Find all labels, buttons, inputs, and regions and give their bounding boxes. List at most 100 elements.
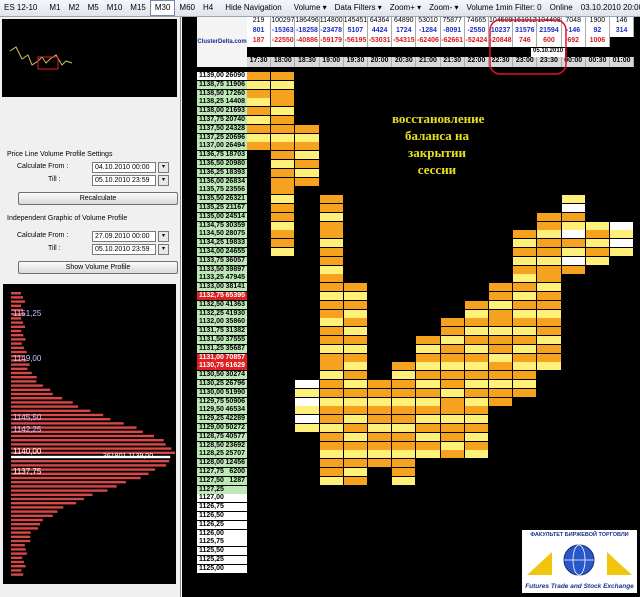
profile-bar <box>11 346 25 349</box>
cluster-cell <box>295 142 319 151</box>
toolbar-item[interactable]: Zoom- ▾ <box>425 1 462 15</box>
toolbar-item[interactable]: M10 <box>103 1 127 15</box>
profile-bar <box>11 367 28 370</box>
toolbar-item[interactable]: M15 <box>126 1 150 15</box>
price-label: 1138,75 <box>199 80 224 88</box>
profile-bar <box>11 292 21 295</box>
profile-bar <box>11 506 64 509</box>
cluster-cell <box>489 283 513 292</box>
price-row: 1130,50 30274 <box>197 371 247 380</box>
price-row: 1134,25 19833 <box>197 239 247 248</box>
toolbar-item[interactable]: M5 <box>84 1 103 15</box>
pl-from-field[interactable]: 04.10.2010 00:00 <box>92 162 156 173</box>
cluster-cell <box>319 424 343 432</box>
cluster-cell <box>247 72 271 80</box>
cluster-cell <box>368 397 392 406</box>
price-label: 1135,25 <box>199 204 224 211</box>
toolbar-item[interactable]: ES 12-10 <box>0 1 41 15</box>
cluster-cell <box>416 432 440 441</box>
toolbar-item[interactable]: 03.10.2010 20:00 ▾ <box>577 1 640 15</box>
recalculate-button[interactable]: Recalculate <box>18 192 178 205</box>
profile-bar <box>11 296 23 299</box>
cluster-cell <box>271 98 295 107</box>
price-label: 1132,00 <box>199 318 224 326</box>
price-volume: 28075 <box>225 230 245 238</box>
cluster-cell <box>319 274 343 283</box>
calendar-icon[interactable]: ▾ <box>158 175 169 186</box>
toolbar-item[interactable]: Online <box>546 1 577 15</box>
price-row: 1131,25 35687 <box>197 344 247 353</box>
price-row: 1136,50 20980 <box>197 160 247 168</box>
calendar-icon[interactable]: ▾ <box>158 162 169 173</box>
cluster-cell <box>537 248 561 256</box>
price-row: 1132,00 35860 <box>197 318 247 327</box>
toolbar-item[interactable]: Data Filters ▾ <box>331 1 386 15</box>
calendar-icon[interactable]: ▾ <box>158 231 169 242</box>
cluster-cell <box>271 160 295 168</box>
cluster-cell <box>440 371 464 380</box>
cluster-cell <box>464 318 488 327</box>
show-volume-profile-button[interactable]: Show Volume Profile <box>18 261 178 274</box>
cluster-cell <box>343 336 367 344</box>
price-volume: 26494 <box>225 142 245 150</box>
cluster-cell <box>271 124 295 133</box>
cluster-cell <box>247 116 271 124</box>
cluster-cell <box>537 230 561 239</box>
cluster-cell <box>513 318 537 327</box>
profile-bar <box>11 556 23 559</box>
price-label: 1137,75 <box>199 116 224 123</box>
cluster-cell <box>319 327 343 336</box>
cluster-cell <box>489 380 513 388</box>
toolbar-item[interactable]: Zoom+ ▾ <box>386 1 425 15</box>
ig-from-field[interactable]: 27.09.2010 00:00 <box>92 231 156 242</box>
price-row: 1127,00 <box>197 494 247 503</box>
price-label: 1133,25 <box>199 274 224 282</box>
toolbar-item[interactable]: H4 <box>199 1 217 15</box>
cluster-cell <box>343 292 367 300</box>
cluster-cell <box>561 256 585 265</box>
profile-bar <box>11 439 164 442</box>
toolbar-item[interactable]: Volume ▾ <box>290 1 331 15</box>
price-volume: 23556 <box>225 186 245 194</box>
cluster-cell <box>537 362 561 371</box>
cluster-cell <box>343 318 367 327</box>
cluster-chart[interactable]: 219 100297 186496 114800 145451 64364 64890 530… <box>182 17 640 597</box>
cluster-cell <box>537 318 561 327</box>
price-row: 1132,25 41930 <box>197 309 247 318</box>
cluster-cell <box>416 371 440 380</box>
cluster-cell <box>464 344 488 353</box>
toolbar-item[interactable]: M60 <box>175 1 199 15</box>
header-cell: 21:00 <box>416 57 441 67</box>
pl-till-field[interactable]: 05.10.2010 23:59 <box>92 175 156 186</box>
profile-bar <box>11 485 117 488</box>
price-volume: 39897 <box>225 265 245 273</box>
price-volume: 12456 <box>225 459 245 467</box>
price-label: 1138,50 <box>199 89 224 97</box>
price-volume: 41930 <box>225 309 245 317</box>
price-label: 1130,25 <box>199 380 224 387</box>
price-label: 1131,25 <box>199 344 224 352</box>
cluster-cell <box>368 432 392 441</box>
price-label: 1128,50 <box>199 441 224 449</box>
toolbar-item[interactable]: M30 <box>149 0 176 16</box>
toolbar-item[interactable]: M1 <box>45 1 64 15</box>
toolbar-item[interactable]: Hide Navigation <box>221 1 285 15</box>
cluster-cell <box>513 380 537 388</box>
toolbar-item[interactable]: M2 <box>64 1 83 15</box>
calendar-icon[interactable]: ▾ <box>158 244 169 255</box>
price-label: 1130,75 <box>199 362 224 370</box>
cluster-cell <box>537 221 561 230</box>
toolbar-item[interactable]: Volume 1min Filter: 0 <box>462 1 545 15</box>
mini-navigator-chart[interactable] <box>2 19 177 97</box>
profile-bar <box>11 460 170 463</box>
cluster-cell <box>489 397 513 406</box>
profile-max-label: 361801 1139,00 <box>103 453 153 460</box>
profile-bar <box>11 329 22 333</box>
cluster-cell <box>561 195 585 204</box>
ig-till-field[interactable]: 05.10.2010 23:59 <box>92 244 156 255</box>
cluster-cell <box>440 424 464 432</box>
price-row: 1127,50 1287 <box>197 476 247 485</box>
cluster-cell <box>513 353 537 362</box>
cluster-cell <box>368 424 392 432</box>
cluster-cell <box>295 151 319 160</box>
